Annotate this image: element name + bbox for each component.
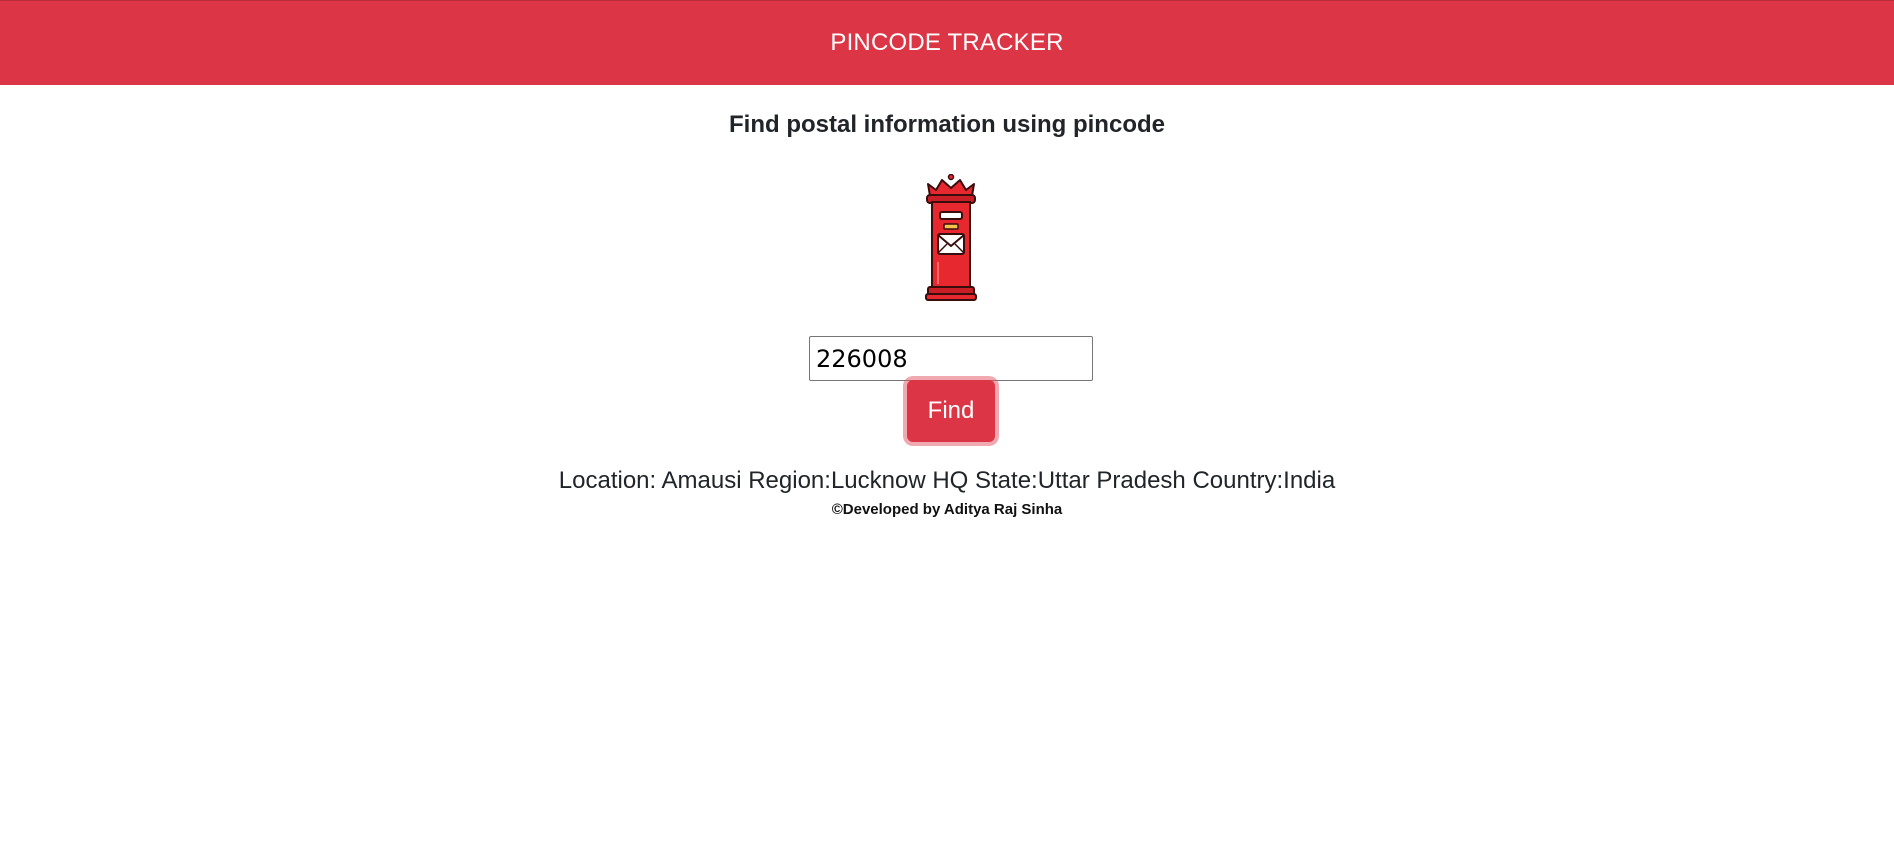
app-title: PINCODE TRACKER xyxy=(830,29,1064,56)
postbox-icon xyxy=(924,173,978,302)
footer-credit: ©Developed by Aditya Raj Sinha xyxy=(831,501,1063,518)
pincode-input[interactable] xyxy=(809,336,1093,381)
page-heading: Find postal information using pincode xyxy=(729,111,1165,138)
result-text: Location: Amausi Region:Lucknow HQ State… xyxy=(558,467,1336,494)
find-button[interactable]: Find xyxy=(907,380,995,442)
header-bar: PINCODE TRACKER xyxy=(0,0,1894,85)
